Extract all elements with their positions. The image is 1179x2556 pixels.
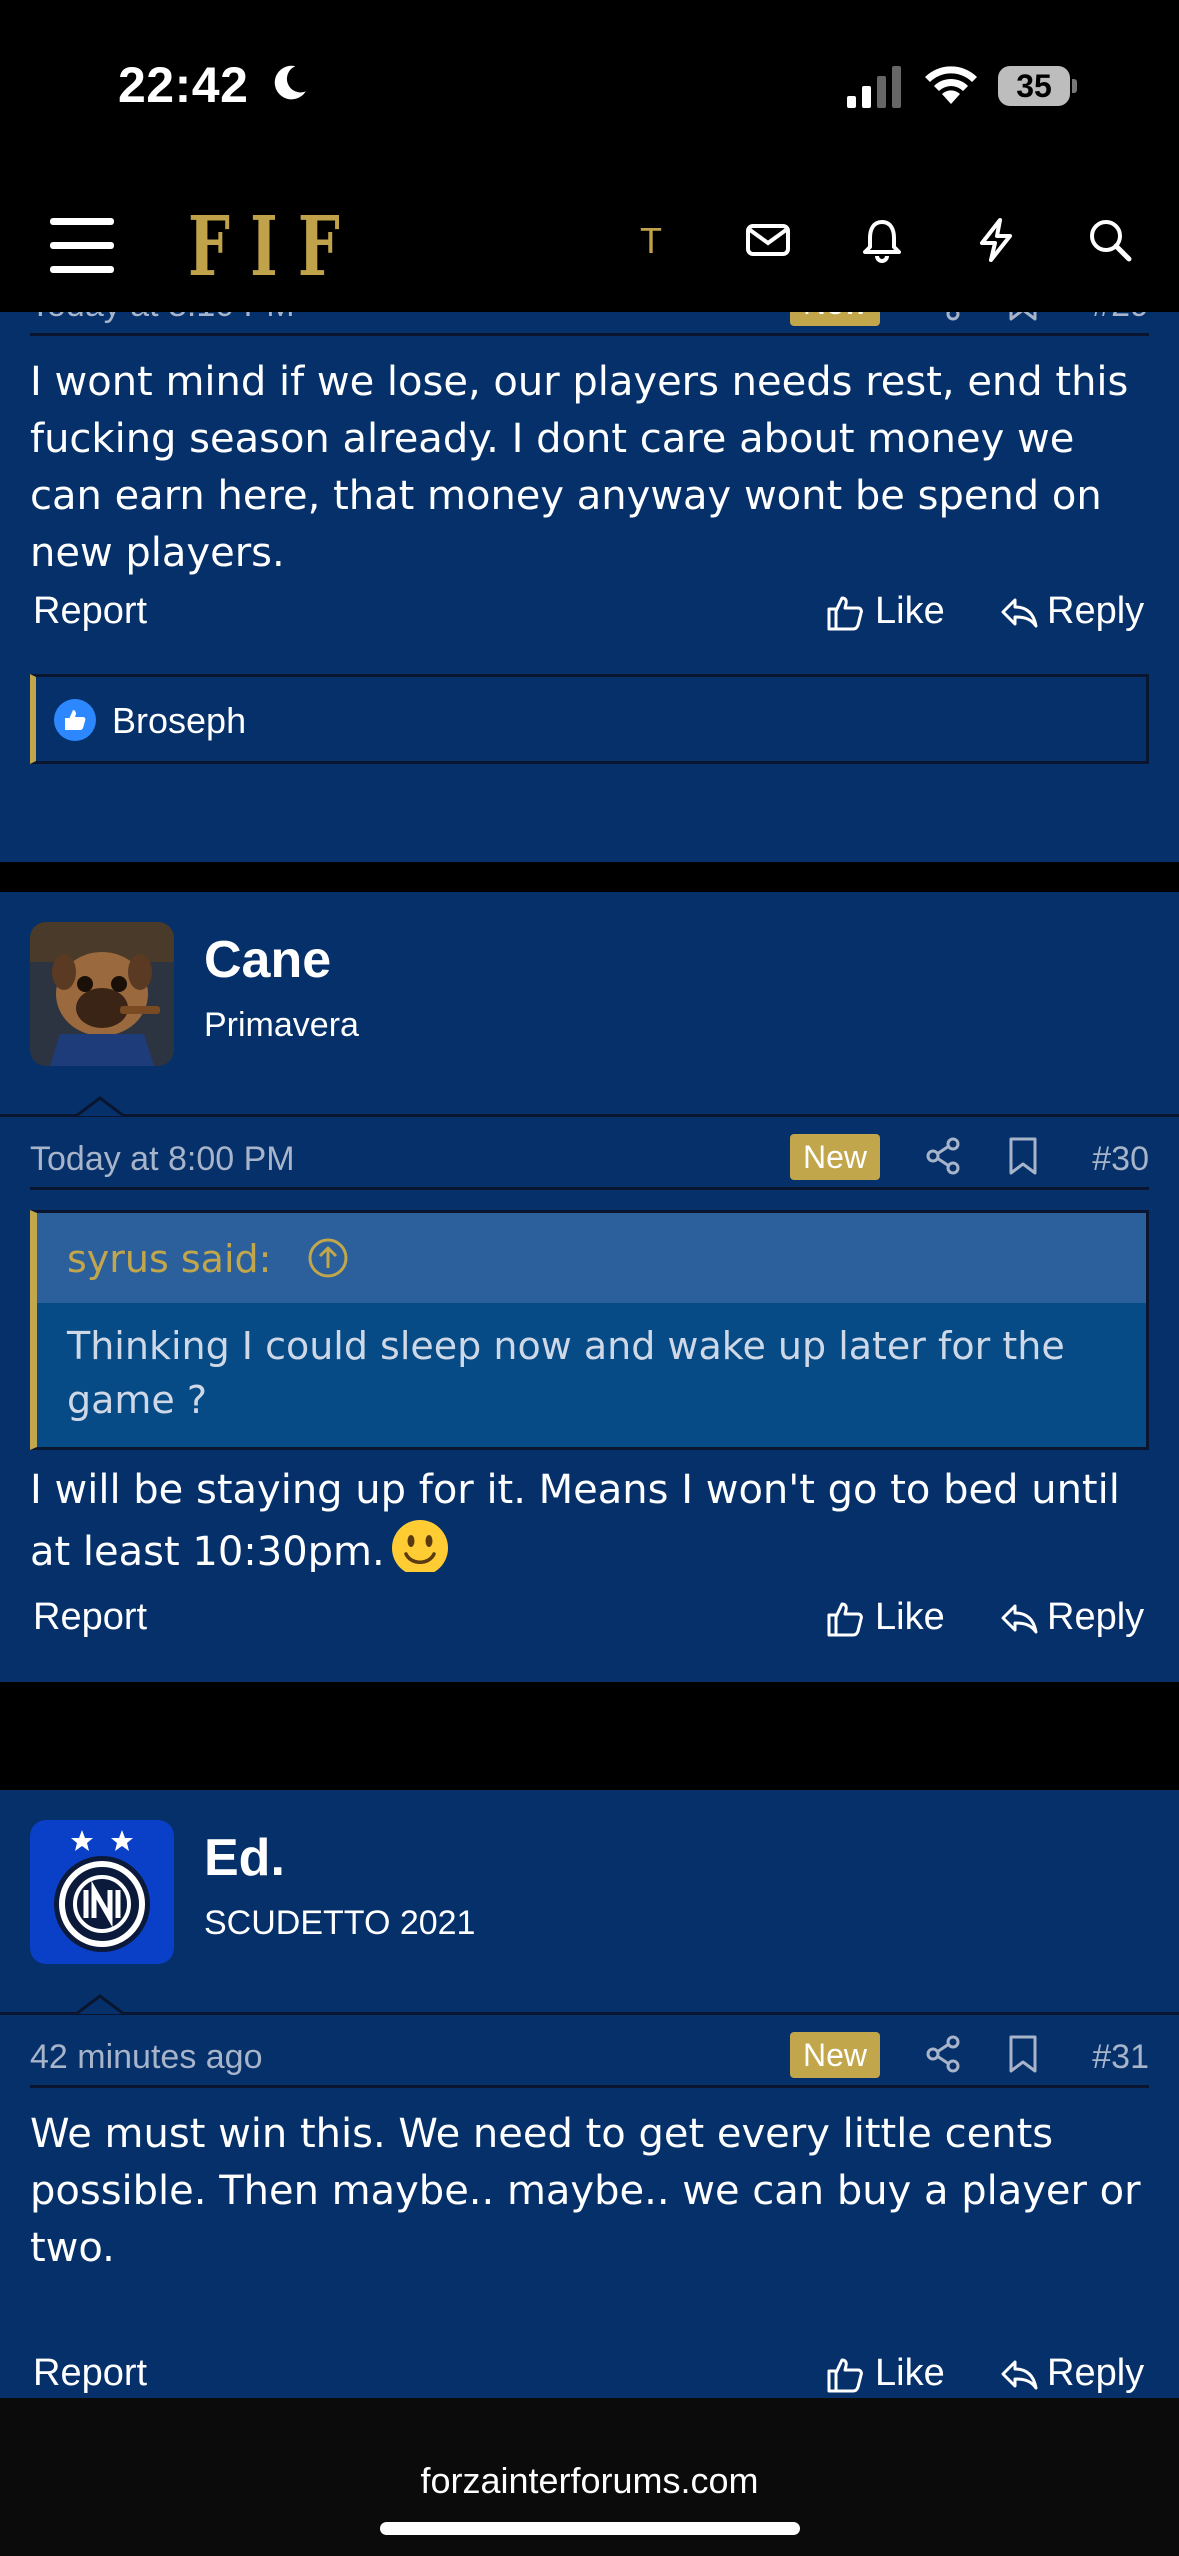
avatar[interactable] — [30, 1820, 174, 1964]
thumbs-up-icon — [827, 596, 863, 631]
post-actions: Report Like Reply — [33, 584, 1146, 640]
username[interactable]: Cane — [204, 930, 331, 990]
share-icon[interactable] — [923, 2034, 963, 2074]
share-icon[interactable] — [923, 312, 963, 322]
reply-label: Reply — [1047, 1596, 1145, 1638]
status-time: 22:42 — [118, 57, 249, 113]
mail-icon[interactable] — [744, 216, 792, 264]
reply-label: Reply — [1047, 2352, 1145, 2394]
reaction-user[interactable]: Broseph — [112, 700, 246, 742]
reactions-bar[interactable]: Broseph — [30, 674, 1149, 764]
user-title: Primavera — [204, 1006, 359, 1044]
inter-logo-icon — [30, 1820, 174, 1964]
reply-button[interactable]: Reply — [999, 1596, 1144, 1639]
post-29: Today at 8:10 PM New #29 I wont mind if … — [0, 312, 1179, 862]
post-date[interactable]: Today at 8:00 PM — [30, 1140, 295, 1179]
username[interactable]: Ed. — [204, 1828, 285, 1888]
new-badge: New — [790, 312, 880, 326]
bookmark-icon[interactable] — [1005, 2034, 1041, 2074]
post-31-author: Ed. SCUDETTO 2021 — [0, 1790, 1179, 2016]
like-label: Like — [875, 2352, 945, 2394]
post-date[interactable]: 42 minutes ago — [30, 2038, 263, 2077]
arrow-pointer — [76, 1096, 124, 1118]
post-number[interactable]: #29 — [1092, 312, 1149, 325]
reply-label: Reply — [1047, 590, 1145, 632]
reply-button[interactable]: Reply — [999, 2352, 1144, 2395]
post-30-author: Cane Primavera — [0, 892, 1179, 1118]
url-domain[interactable]: forzainterforums.com — [0, 2460, 1179, 2502]
arrow-pointer — [76, 1994, 124, 2016]
post-meta: Today at 8:00 PM New #30 — [30, 1128, 1149, 1190]
like-reaction-icon — [54, 699, 96, 741]
like-button[interactable]: Like — [825, 1596, 945, 1639]
post-body: I wont mind if we lose, our players need… — [30, 359, 1129, 576]
search-icon[interactable] — [1086, 216, 1134, 264]
thumbs-up-icon — [827, 2358, 863, 2393]
post-30: Today at 8:00 PM New #30 syrus said: Thi… — [0, 1118, 1179, 1582]
reply-button[interactable]: Reply — [999, 590, 1144, 633]
report-button[interactable]: Report — [33, 1596, 147, 1639]
share-icon[interactable] — [923, 1136, 963, 1176]
battery-level: 35 — [998, 66, 1070, 106]
bookmark-icon[interactable] — [1005, 1136, 1041, 1176]
post-body-text: I will be staying up for it. Means I won… — [30, 1467, 1120, 1575]
quote-block: syrus said: Thinking I could sleep now a… — [30, 1210, 1149, 1450]
browser-address-bar[interactable]: forzainterforums.com — [0, 2398, 1179, 2556]
bell-icon[interactable] — [858, 216, 906, 264]
post-number[interactable]: #31 — [1092, 2038, 1149, 2077]
hamburger-menu-icon[interactable] — [50, 218, 114, 274]
post-30-actions-wrap: Report Like Reply — [0, 1572, 1179, 1682]
quote-author[interactable]: syrus said: — [67, 1237, 271, 1281]
post-body: We must win this. We need to get every l… — [30, 2111, 1141, 2271]
status-bar: 22:42 35 — [0, 0, 1179, 190]
thread-feed[interactable]: Today at 8:10 PM New #29 I wont mind if … — [0, 312, 1179, 2398]
moon-icon — [274, 65, 306, 100]
post-meta: Today at 8:10 PM New #29 — [30, 312, 1149, 336]
home-indicator[interactable] — [380, 2522, 800, 2535]
like-button[interactable]: Like — [825, 590, 945, 633]
post-actions: Report Like Reply — [33, 1590, 1146, 1646]
wifi-icon — [925, 66, 977, 104]
thumbs-up-icon — [827, 1602, 863, 1637]
lightning-icon[interactable] — [972, 216, 1020, 264]
user-title: SCUDETTO 2021 — [204, 1904, 476, 1942]
post-date[interactable]: Today at 8:10 PM — [30, 312, 295, 325]
post-actions: Report Like Reply — [33, 2346, 1146, 2398]
report-button[interactable]: Report — [33, 590, 147, 633]
quote-text: Thinking I could sleep now and wake up l… — [67, 1324, 1065, 1422]
like-button[interactable]: Like — [825, 2352, 945, 2395]
smiley-emoji-icon — [391, 1520, 448, 1576]
avatar[interactable] — [30, 922, 174, 1066]
user-account-button[interactable]: T — [640, 220, 662, 262]
like-label: Like — [875, 590, 945, 632]
post-number[interactable]: #30 — [1092, 1140, 1149, 1179]
reply-icon — [1001, 2360, 1038, 2390]
signal-icon — [847, 66, 901, 108]
report-button[interactable]: Report — [33, 2352, 147, 2395]
quote-header: syrus said: — [37, 1213, 1146, 1303]
post-31: 42 minutes ago New #31 We must win this.… — [0, 2016, 1179, 2398]
app-header: FIF T — [0, 190, 1179, 312]
bookmark-icon[interactable] — [1005, 312, 1041, 322]
new-badge: New — [790, 2032, 880, 2078]
arrow-up-circle-icon[interactable] — [307, 1237, 349, 1279]
avatar-image — [30, 922, 174, 1066]
like-label: Like — [875, 1596, 945, 1638]
post-body: I will be staying up for it. Means I won… — [30, 1462, 1149, 1581]
battery-indicator: 35 — [998, 66, 1078, 106]
post-meta: 42 minutes ago New #31 — [30, 2026, 1149, 2088]
site-logo[interactable]: FIF — [188, 202, 360, 292]
reply-icon — [1001, 1604, 1038, 1634]
reply-icon — [1001, 598, 1038, 628]
new-badge: New — [790, 1134, 880, 1180]
